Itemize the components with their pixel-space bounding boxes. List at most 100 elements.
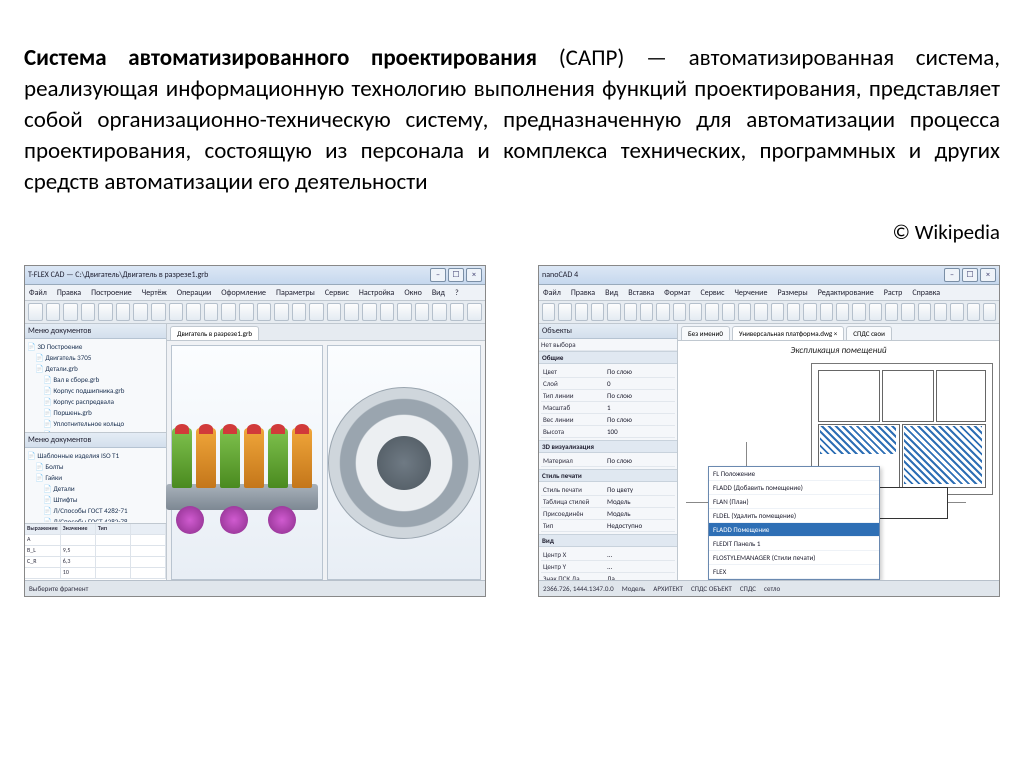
minimize-icon[interactable]: – — [430, 268, 446, 282]
toolbar-button[interactable] — [450, 303, 465, 321]
toolbar-button[interactable] — [705, 303, 718, 321]
tree-node[interactable]: Поршень.grb — [27, 407, 164, 418]
tree-node[interactable]: Корпус распредвала — [27, 396, 164, 407]
grid-cell[interactable] — [131, 546, 166, 557]
popup-item[interactable]: FLADD (Добавить помещение) — [709, 481, 879, 495]
property-value[interactable]: По слою — [605, 366, 675, 377]
toolbar-button[interactable] — [467, 303, 482, 321]
toolbar-button[interactable] — [239, 303, 254, 321]
toolbar-button[interactable] — [221, 303, 236, 321]
minimize-icon[interactable]: – — [944, 268, 960, 282]
property-value[interactable]: 1 — [605, 402, 675, 413]
property-row[interactable]: Вес линииПо слою — [541, 414, 675, 426]
toolbar-button[interactable] — [558, 303, 571, 321]
viewport-3d-engine[interactable] — [171, 345, 323, 580]
popup-item[interactable]: FL Положение — [709, 467, 879, 481]
property-row[interactable]: ЦветПо слою — [541, 366, 675, 378]
toolbar-button[interactable] — [738, 303, 751, 321]
property-row[interactable]: Масштаб1 — [541, 402, 675, 414]
toolbar-button[interactable] — [624, 303, 637, 321]
tree-node[interactable]: Болты — [27, 461, 164, 472]
tree-node[interactable]: Уплотнительное кольцо — [27, 418, 164, 429]
toolbar-button[interactable] — [869, 303, 882, 321]
tree-node[interactable]: Вал в сборе.grb — [27, 374, 164, 385]
popup-item[interactable]: FLDEL (Удалить помещение) — [709, 509, 879, 523]
property-row[interactable]: Таблица стилейМодель — [541, 496, 675, 508]
tree-node[interactable]: Шаблонные изделия ISO T1 — [27, 450, 164, 461]
property-value[interactable]: ... — [605, 561, 675, 572]
grid-cell[interactable] — [96, 546, 131, 557]
toolbar-button[interactable] — [542, 303, 555, 321]
toolbar-button[interactable] — [46, 303, 61, 321]
toolbar-button[interactable] — [575, 303, 588, 321]
menu-item[interactable]: Окно — [404, 288, 422, 298]
toolbar-button[interactable] — [169, 303, 184, 321]
toolbar-button[interactable] — [133, 303, 148, 321]
grid-cell[interactable] — [61, 535, 96, 546]
menu-item[interactable]: Правка — [571, 288, 595, 298]
property-value[interactable]: 100 — [605, 426, 675, 437]
property-value[interactable]: ... — [605, 549, 675, 560]
viewport-3d-flywheel[interactable] — [327, 345, 481, 580]
grid-cell[interactable] — [25, 568, 61, 579]
grid-cell[interactable]: C_R — [25, 557, 61, 568]
popup-item[interactable]: FLOSTYLEMANAGER (Стили печати) — [709, 551, 879, 565]
grid-cell[interactable] — [96, 535, 131, 546]
tree-node[interactable]: Корпус подшипника.grb — [27, 385, 164, 396]
popup-item[interactable]: FLEX — [709, 565, 879, 579]
status-tab[interactable]: СПДС — [740, 584, 756, 593]
toolbar-button[interactable] — [327, 303, 342, 321]
status-tab[interactable]: сетло — [764, 584, 780, 593]
tree-node[interactable]: Гайки — [27, 472, 164, 483]
tree-node[interactable]: 3D Построение — [27, 341, 164, 352]
toolbar-button[interactable] — [885, 303, 898, 321]
toolbar-button[interactable] — [820, 303, 833, 321]
toolbar-button[interactable] — [722, 303, 735, 321]
toolbar-button[interactable] — [257, 303, 272, 321]
property-value[interactable]: По цвету — [605, 484, 675, 495]
toolbar-button[interactable] — [151, 303, 166, 321]
toolbar-button[interactable] — [432, 303, 447, 321]
drawing-canvas[interactable]: Экспликация помещений 305 — [678, 341, 999, 584]
toolbar-button[interactable] — [116, 303, 131, 321]
toolbar-button[interactable] — [967, 303, 980, 321]
tree-node[interactable]: Двигатель 3705 — [27, 352, 164, 363]
grid-cell[interactable] — [131, 568, 166, 579]
document-tab[interactable]: Универсальная платформа.dwg × — [732, 326, 844, 340]
menu-item[interactable]: Черчение — [734, 288, 767, 298]
grid-cell[interactable]: 9,5 — [61, 546, 96, 557]
menu-item[interactable]: ? — [455, 288, 459, 298]
toolbar-button[interactable] — [380, 303, 395, 321]
tree-node[interactable]: Детали.grb — [27, 363, 164, 374]
status-tab[interactable]: АРХИТЕКТ — [653, 584, 683, 593]
model-tree[interactable]: 3D ПостроениеДвигатель 3705Детали.grbВал… — [25, 339, 166, 432]
toolbar-button[interactable] — [274, 303, 289, 321]
document-tab[interactable]: СПДС свои — [846, 326, 892, 340]
toolbar-button[interactable] — [787, 303, 800, 321]
toolbar-button[interactable] — [689, 303, 702, 321]
property-value[interactable]: По слою — [605, 390, 675, 401]
menu-item[interactable]: Файл — [29, 288, 47, 298]
property-row[interactable]: Слой0 — [541, 378, 675, 390]
toolbar-button[interactable] — [673, 303, 686, 321]
close-icon[interactable]: × — [980, 268, 996, 282]
toolbar-button[interactable] — [28, 303, 43, 321]
property-value[interactable]: По слою — [605, 455, 675, 466]
menu-item[interactable]: Вид — [432, 288, 445, 298]
toolbar-button[interactable] — [186, 303, 201, 321]
close-icon[interactable]: × — [466, 268, 482, 282]
toolbar-button[interactable] — [344, 303, 359, 321]
grid-cell[interactable]: B_L — [25, 546, 61, 557]
tree-node[interactable]: Л/Способы ГОСТ 4282-78 — [27, 516, 164, 522]
grid-cell[interactable]: A — [25, 535, 61, 546]
toolbar-button[interactable] — [397, 303, 412, 321]
autocomplete-popup[interactable]: FL ПоложениеFLADD (Добавить помещение) FL… — [708, 466, 880, 580]
parameters-grid[interactable]: ВыражениеЗначениеТипAB_L9,5C_R6,310 — [25, 523, 166, 584]
property-value[interactable]: Недоступно — [605, 520, 675, 531]
library-tree[interactable]: Шаблонные изделия ISO T1БолтыГайкиДетали… — [25, 448, 166, 522]
menu-item[interactable]: Вид — [605, 288, 618, 298]
property-value[interactable]: 0 — [605, 378, 675, 389]
property-value[interactable]: По слою — [605, 414, 675, 425]
tree-node[interactable]: Л/Способы ГОСТ 4282-71 — [27, 505, 164, 516]
toolbar-button[interactable] — [803, 303, 816, 321]
